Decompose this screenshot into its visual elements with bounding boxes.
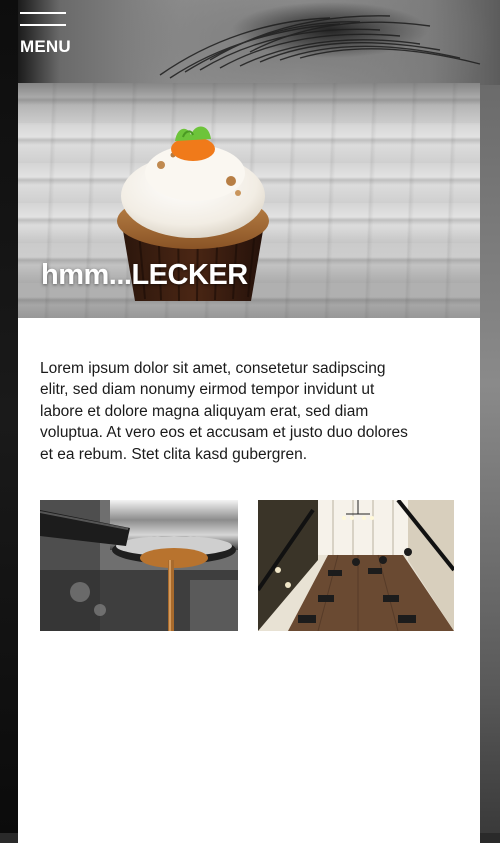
cafe-interior-image bbox=[258, 500, 454, 631]
hero-title: hmm...LECKER bbox=[41, 259, 248, 291]
background-face-right bbox=[480, 85, 500, 833]
background-eyebrow bbox=[159, 15, 481, 79]
intro-paragraph: Lorem ipsum dolor sit amet, consetetur s… bbox=[40, 360, 408, 463]
hero-banner: hmm...LECKER bbox=[18, 83, 480, 318]
hamburger-icon-line bbox=[20, 24, 66, 26]
menu-button[interactable]: MENU bbox=[20, 12, 71, 57]
background-shadow-left bbox=[0, 0, 18, 833]
espresso-machine-image bbox=[40, 500, 238, 631]
content-card: hmm...LECKER Lorem ipsum dolor sit amet,… bbox=[18, 83, 480, 843]
hamburger-icon bbox=[20, 12, 66, 14]
menu-label: MENU bbox=[20, 37, 71, 56]
